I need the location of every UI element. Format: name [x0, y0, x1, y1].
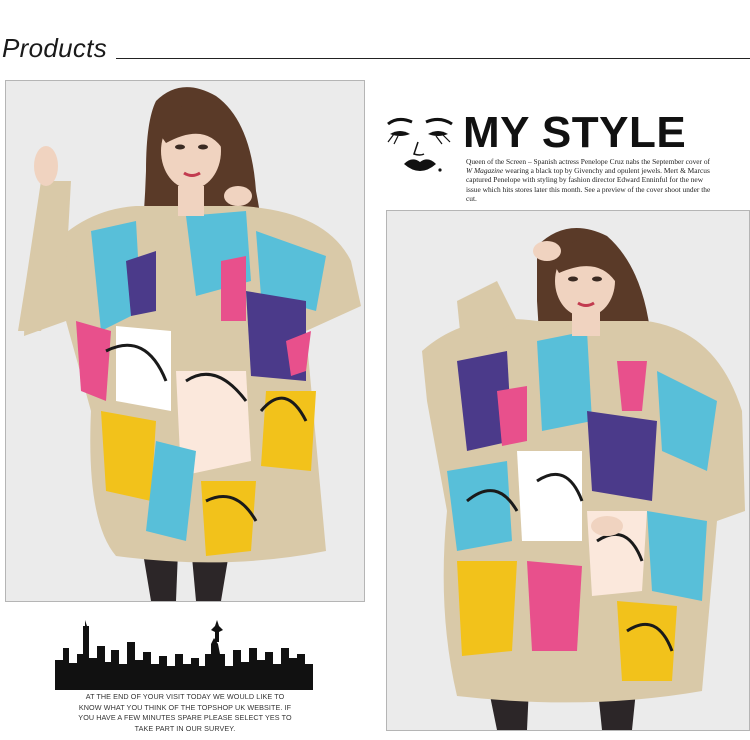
- product-photo-front: [5, 80, 365, 602]
- survey-text: AT THE END OF YOUR VISIT TODAY WE WOULD …: [78, 692, 292, 733]
- product-photo-side: [386, 210, 750, 731]
- my-style-banner: MY STYLE Queen of the Screen – Spanish a…: [384, 108, 750, 203]
- header-divider: [116, 58, 750, 59]
- model-illustration-side: [387, 211, 749, 730]
- my-style-caption: Queen of the Screen – Spanish actress Pe…: [466, 157, 711, 203]
- model-illustration-front: [6, 81, 364, 601]
- my-style-title: MY STYLE: [463, 108, 687, 157]
- city-skyline-graphic: [55, 620, 313, 690]
- lips-face-graphic: [387, 117, 453, 172]
- products-heading: Products: [2, 33, 108, 63]
